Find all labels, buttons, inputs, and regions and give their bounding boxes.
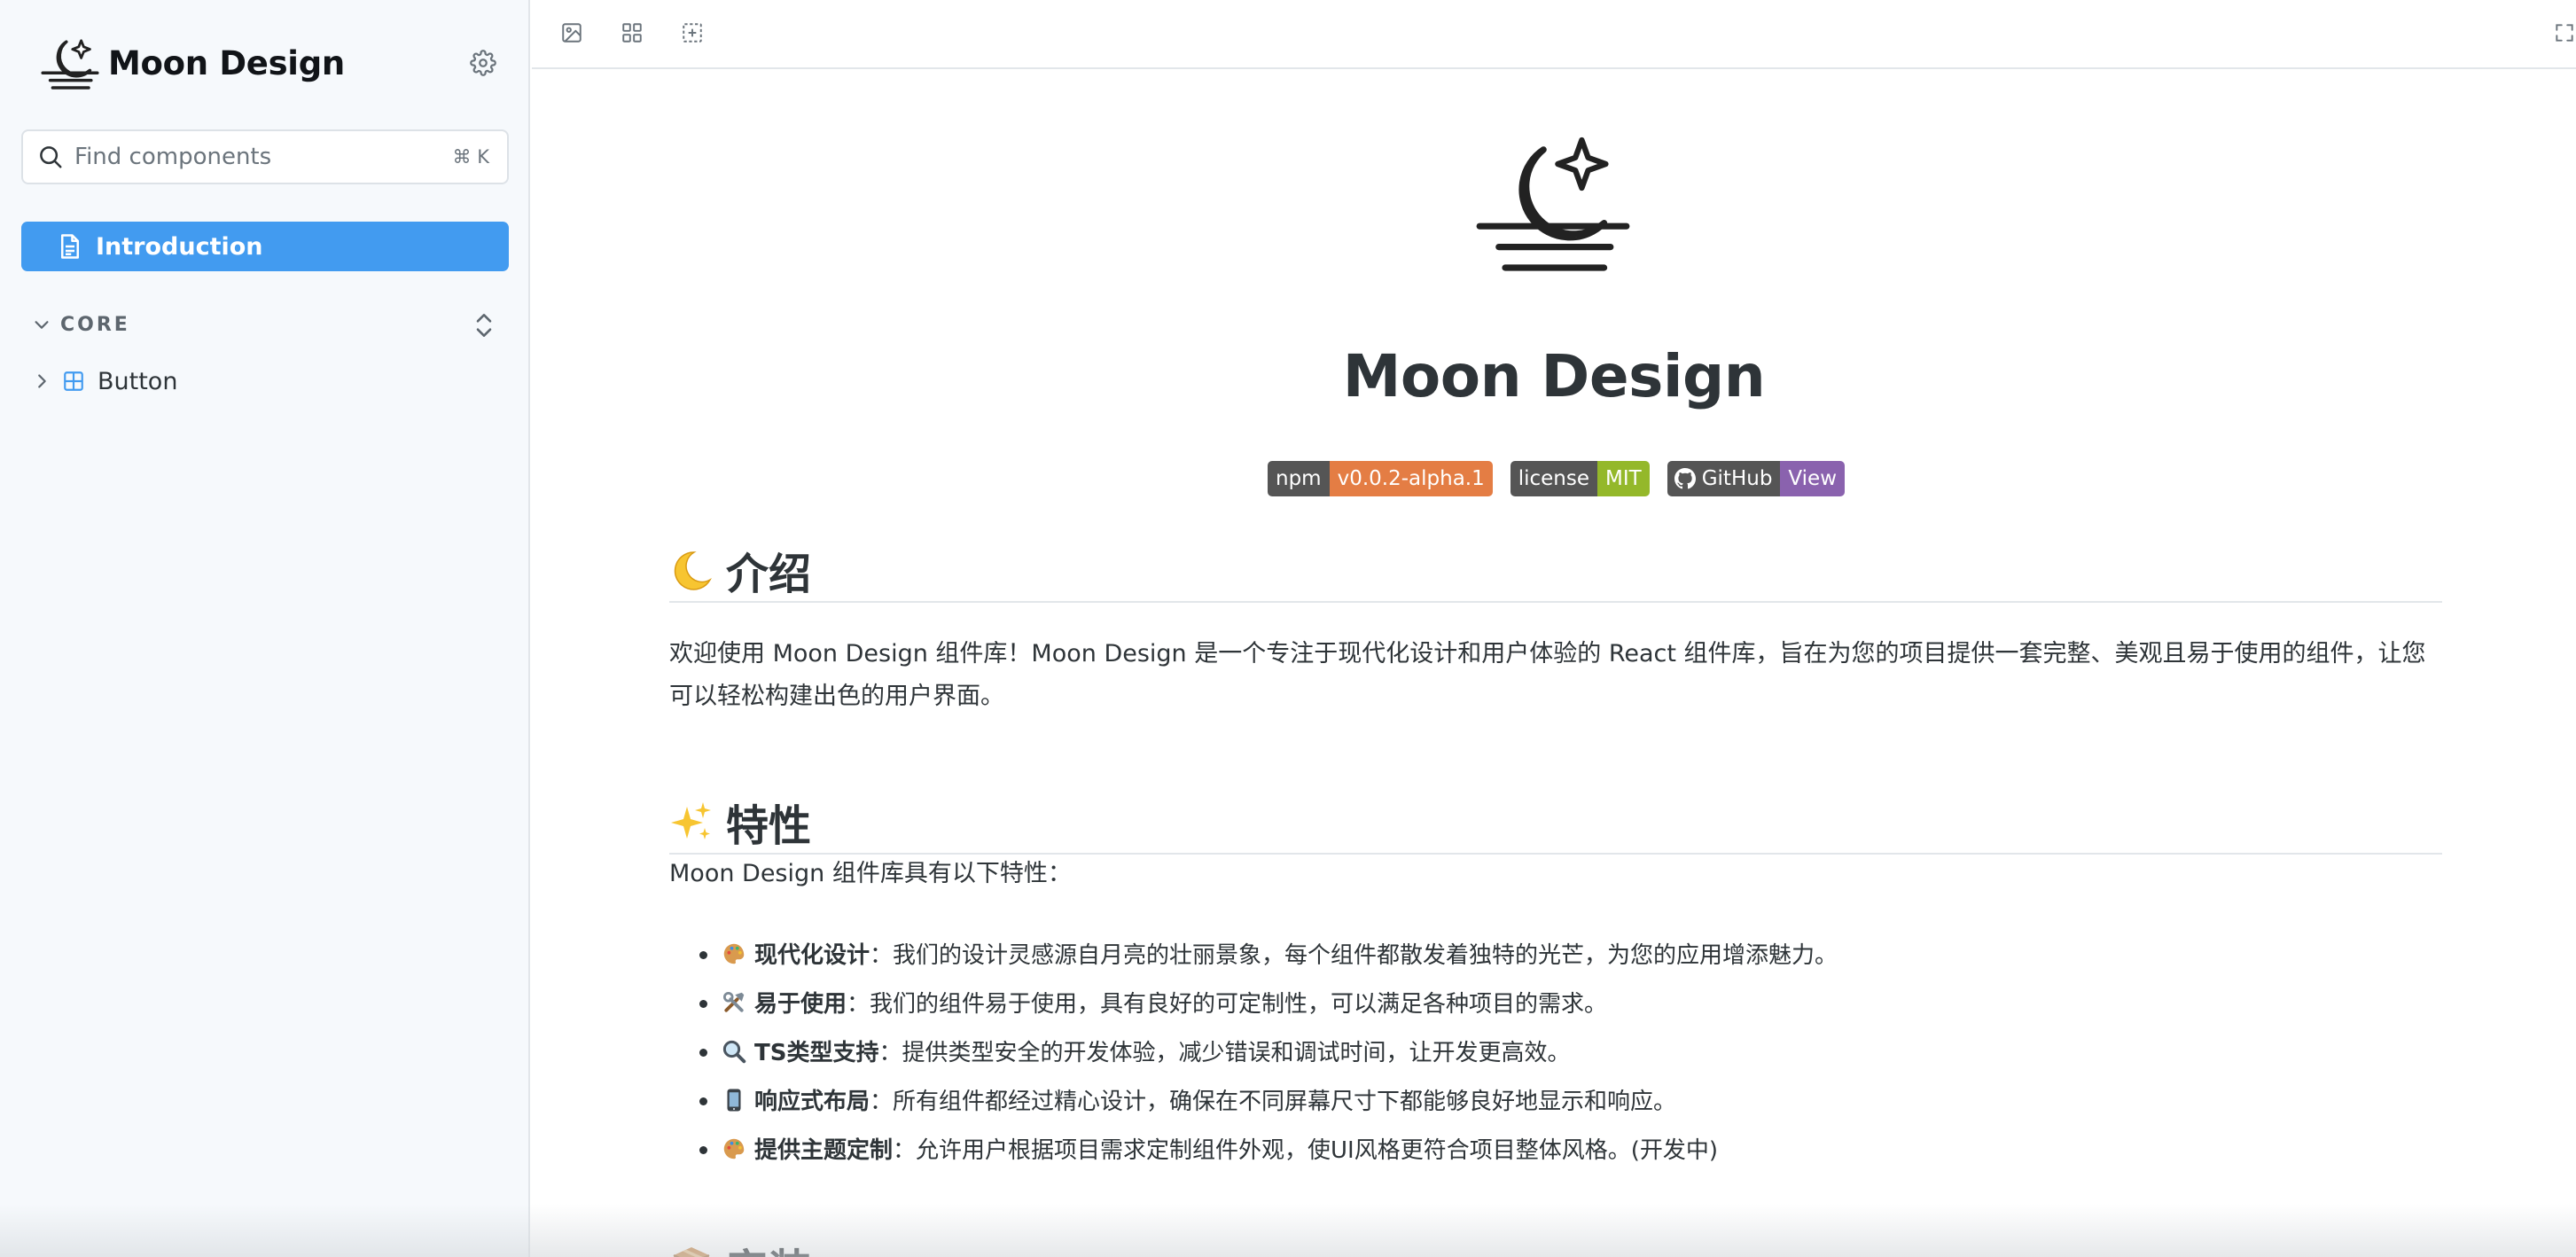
badge-label: npm	[1268, 461, 1330, 496]
gear-icon	[470, 50, 496, 76]
sidebar-item-introduction[interactable]: Introduction	[21, 222, 509, 271]
moon-logo-icon	[1476, 137, 1630, 271]
grid-icon	[622, 23, 642, 43]
badge-label: license	[1510, 461, 1598, 496]
list-item: 响应式布局 ：所有组件都经过精心设计，确保在不同屏幕尺寸下都能够良好地显示和响应…	[669, 1075, 2442, 1124]
feature-description: ：我们的设计灵感源自月亮的壮丽景象，每个组件都散发着独特的光芒，为您的应用增添魅…	[870, 942, 1838, 969]
sidebar-item-label: Button	[98, 367, 178, 395]
feature-title: 易于使用	[754, 991, 847, 1018]
component-icon	[64, 371, 83, 391]
feature-title: 提供主题定制	[754, 1137, 894, 1164]
feature-description: ：我们的组件易于使用，具有良好的可定制性，可以满足各种项目的需求。	[847, 991, 1608, 1018]
feature-description: ：所有组件都经过精心设计，确保在不同屏幕尺寸下都能够良好地显示和响应。	[870, 1089, 1677, 1115]
docs-content: Moon Design npm v0.0.2-alpha.1 license M…	[532, 71, 2576, 1257]
image-icon	[562, 23, 582, 43]
expand-collapse-icon[interactable]	[472, 308, 496, 342]
page-title: Moon Design	[1342, 342, 1766, 410]
npm-version-badge[interactable]: npm v0.0.2-alpha.1	[1268, 461, 1493, 496]
outline-tool-button[interactable]	[677, 18, 707, 48]
github-icon	[1674, 468, 1696, 489]
badge-value: v0.0.2-alpha.1	[1329, 461, 1493, 496]
list-item: 现代化设计 ：我们的设计灵感源自月亮的壮丽景象，每个组件都散发着独特的光芒，为您…	[669, 929, 2442, 978]
chevron-down-icon	[35, 321, 49, 329]
features-lead: Moon Design 组件库具有以下特性：	[669, 860, 1072, 887]
badge-value: MIT	[1597, 461, 1650, 496]
section-heading-text: 介绍	[726, 550, 812, 599]
badge-label: GitHub	[1701, 467, 1773, 490]
package-emoji	[673, 1247, 710, 1257]
preview-toolbar	[532, 0, 2576, 69]
badge-value: View	[1780, 461, 1846, 496]
brand[interactable]: Moon Design	[39, 32, 345, 94]
brand-name: Moon Design	[108, 43, 345, 82]
feature-title: 响应式布局	[754, 1089, 870, 1115]
search-shortcut-hint: ⌘ K	[452, 146, 489, 168]
component-search[interactable]: ⌘ K	[21, 129, 509, 184]
section-heading-features: 特性	[669, 791, 2442, 855]
document-icon	[61, 234, 79, 259]
section-heading-text: 安装	[726, 1235, 811, 1257]
feature-title: 现代化设计	[754, 942, 870, 969]
feature-description: ：提供类型安全的开发体验，减少错误和调试时间，让开发更高效。	[878, 1040, 1571, 1066]
list-item: 易于使用 ：我们的组件易于使用，具有良好的可定制性，可以满足各种项目的需求。	[669, 978, 2442, 1027]
fullscreen-icon	[2556, 24, 2573, 42]
badge-row: npm v0.0.2-alpha.1 license MIT GitHub Vi…	[1268, 461, 1846, 496]
sidebar-group-core[interactable]: CORE	[32, 307, 502, 342]
sidebar-group-label: CORE	[60, 313, 130, 336]
list-item: TS类型支持 ：提供类型安全的开发体验，减少错误和调试时间，让开发更高效。	[669, 1027, 2442, 1075]
sidebar-item-label: Introduction	[96, 232, 263, 261]
palette-icon	[723, 1138, 745, 1159]
mobile-phone-icon	[727, 1089, 741, 1111]
crescent-moon-emoji	[674, 551, 712, 590]
feature-list: 现代化设计 ：我们的设计灵感源自月亮的壮丽景象，每个组件都散发着独特的光芒，为您…	[669, 929, 2442, 1173]
magnifier-icon	[722, 1040, 746, 1063]
settings-button[interactable]	[466, 46, 500, 80]
moon-logo-icon	[41, 39, 99, 90]
intro-paragraph: 欢迎使用 Moon Design 组件库！Moon Design 是一个专注于现…	[669, 640, 2426, 710]
list-item: 提供主题定制 ：允许用户根据项目需求定制组件外观，使UI风格更符合项目整体风格。…	[669, 1124, 2442, 1173]
chevron-right-icon[interactable]	[32, 371, 51, 391]
image-tool-button[interactable]	[557, 18, 587, 48]
sidebar: Moon Design ⌘ K Introduction CORE	[0, 0, 530, 1257]
sidebar-item-button[interactable]: Button	[32, 362, 177, 401]
section-heading-intro: 介绍	[669, 539, 2442, 603]
fullscreen-button[interactable]	[2549, 18, 2576, 48]
feature-title: TS类型支持	[754, 1040, 879, 1066]
search-input[interactable]	[74, 144, 453, 170]
github-badge[interactable]: GitHub View	[1667, 461, 1846, 496]
license-badge[interactable]: license MIT	[1510, 461, 1650, 496]
sparkles-emoji	[671, 802, 711, 839]
grid-tool-button[interactable]	[617, 18, 647, 48]
section-heading-install: 安装	[669, 1234, 2442, 1257]
feature-description: ：允许用户根据项目需求定制组件外观，使UI风格更符合项目整体风格。(开发中)	[893, 1137, 1719, 1164]
outline-icon	[683, 23, 702, 43]
tools-icon	[723, 991, 745, 1012]
search-icon	[40, 146, 62, 168]
badge-left: GitHub	[1667, 461, 1781, 496]
section-heading-text: 特性	[726, 801, 812, 851]
palette-icon	[723, 943, 745, 964]
